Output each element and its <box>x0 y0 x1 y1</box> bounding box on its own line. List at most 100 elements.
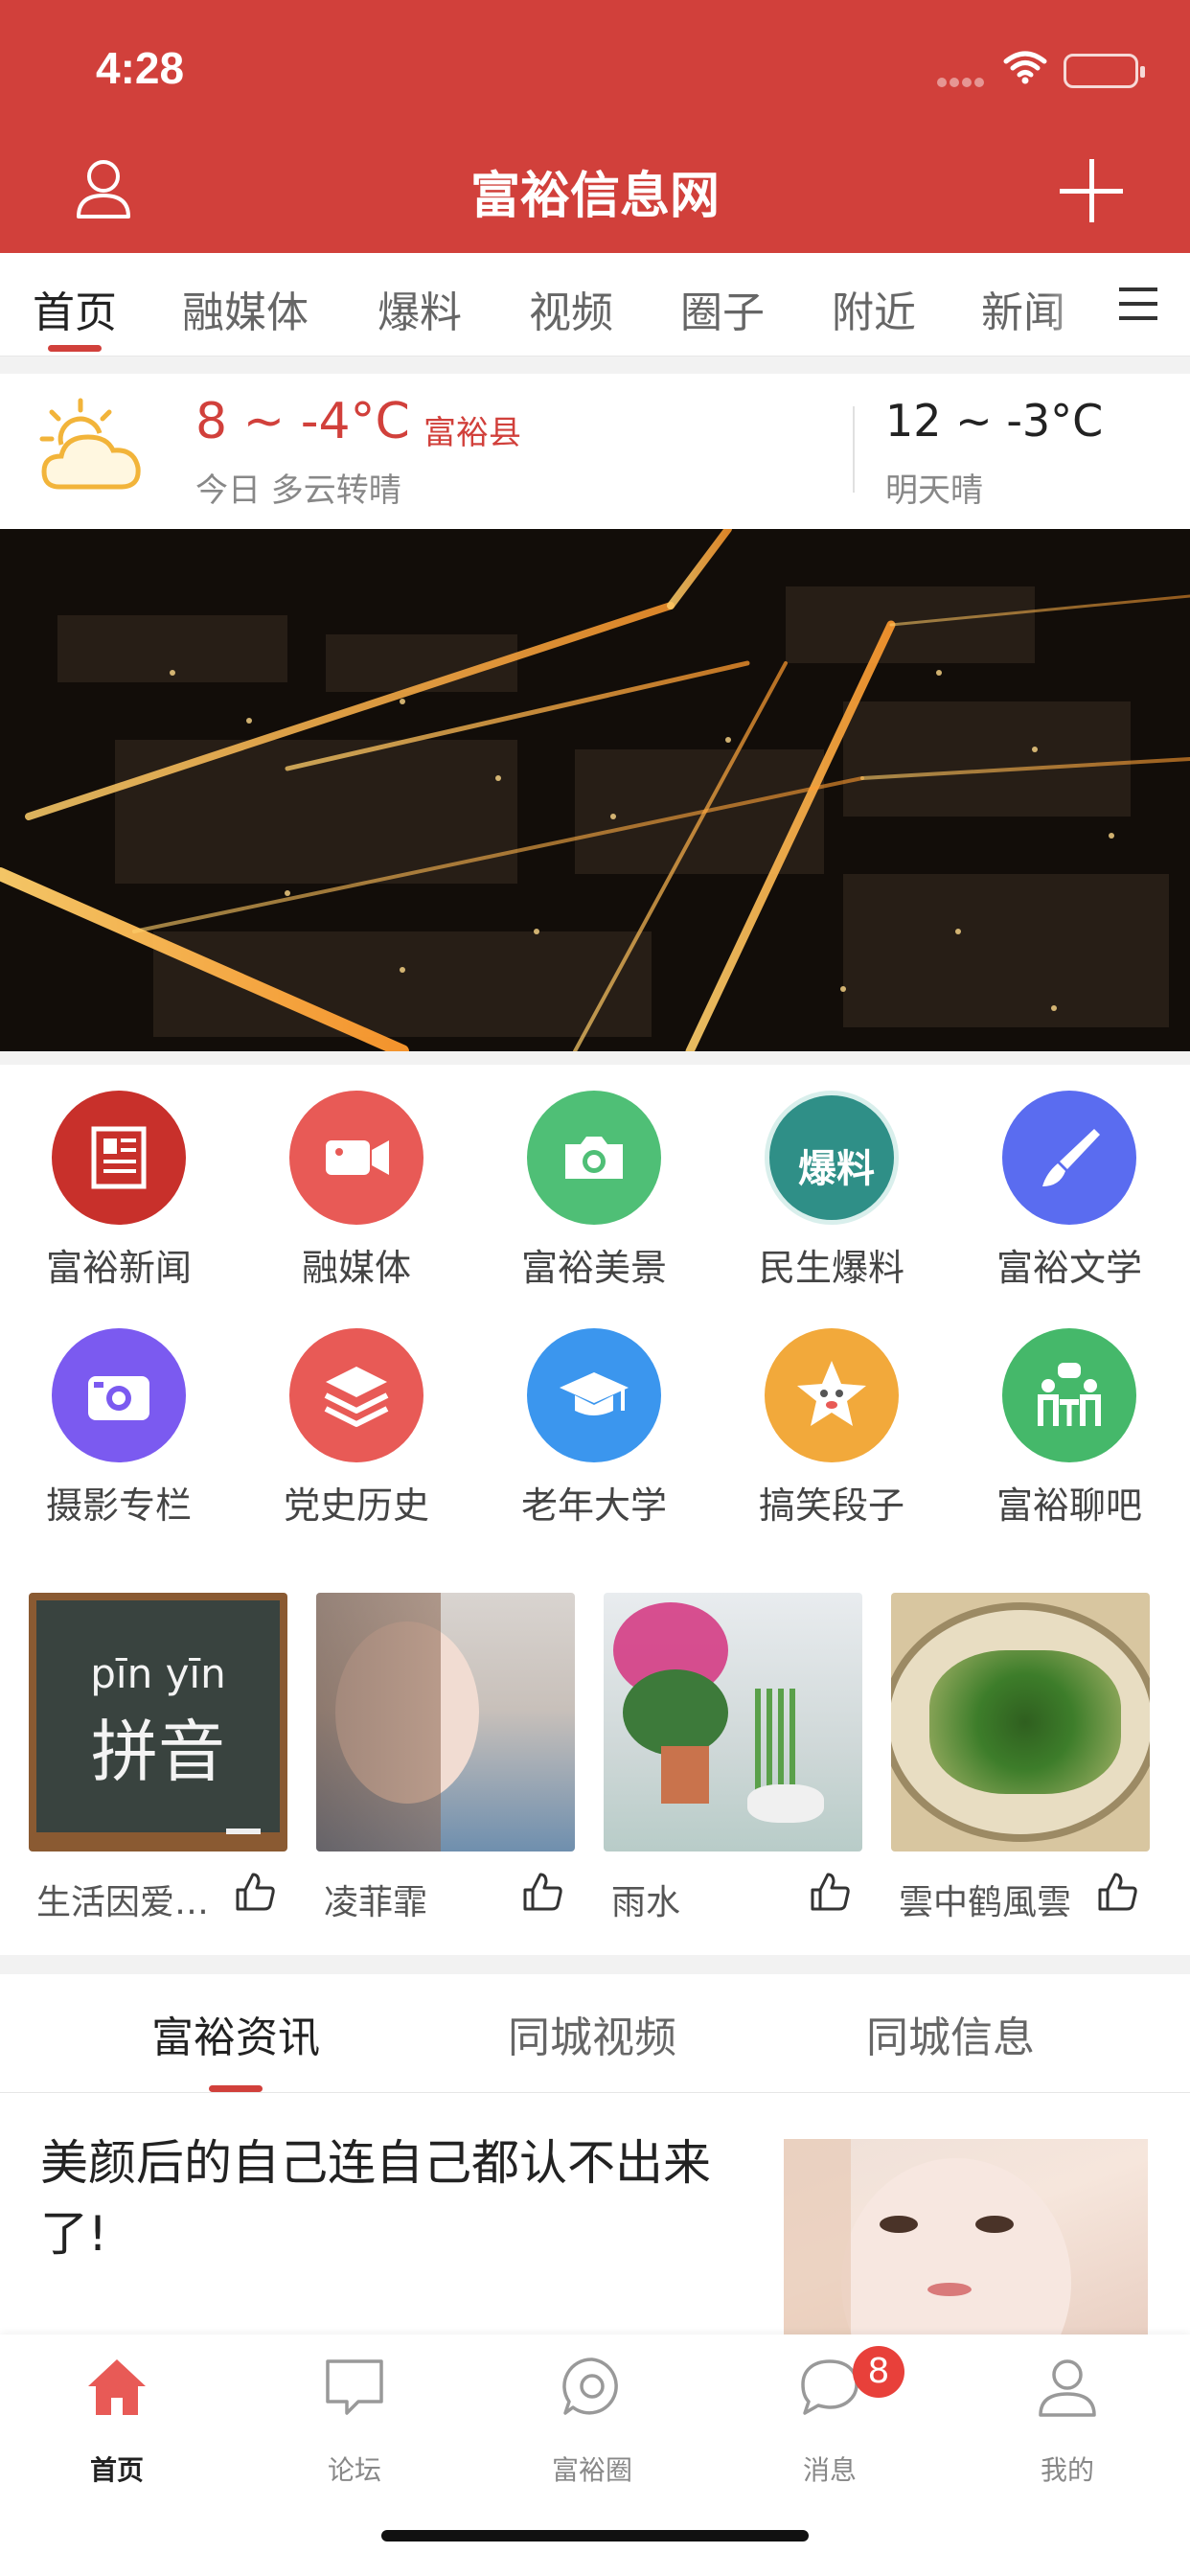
battery-icon <box>1064 54 1145 88</box>
grid-item-baoliao[interactable]: 爆料 民生爆料 <box>736 1091 927 1301</box>
photo-card[interactable]: 凌菲霏 <box>316 1593 575 1928</box>
grid-label: 富裕文学 <box>995 1247 1142 1289</box>
tabbar-label: 论坛 <box>327 2454 381 2486</box>
thumbs-up-icon[interactable] <box>521 1871 563 1913</box>
board-title: 拼音 <box>91 1713 225 1791</box>
home-indicator[interactable] <box>381 2530 809 2542</box>
tab-media[interactable]: 融媒体 <box>182 278 309 339</box>
thumbs-up-icon[interactable] <box>234 1871 276 1913</box>
divider <box>0 1051 1190 1065</box>
grid-label: 富裕美景 <box>520 1247 667 1289</box>
message-icon <box>801 2359 858 2415</box>
unread-badge: 8 <box>853 2346 904 2398</box>
tabbar-label: 消息 <box>802 2454 857 2486</box>
active-tab-indicator <box>48 345 102 352</box>
grid-label: 搞笑段子 <box>758 1484 904 1527</box>
grid-label: 融媒体 <box>301 1247 411 1289</box>
cloudy-sun-icon <box>39 398 141 490</box>
tomorrow-weather-desc: 明天晴 <box>885 472 983 510</box>
board-pinyin: pīn yīn <box>90 1650 226 1697</box>
card-image-plants <box>604 1593 862 1852</box>
baoliao-icon: 爆料 <box>765 1091 899 1225</box>
tab-circle[interactable]: 圈子 <box>680 278 765 339</box>
tabbar-forum[interactable]: 论坛 <box>259 2352 450 2496</box>
grid-item-scenery[interactable]: 富裕美景 <box>498 1091 690 1301</box>
today-temperature: 8 ~ -4°C <box>195 393 410 450</box>
home-icon <box>88 2359 146 2415</box>
tomorrow-temperature: 12 ~ -3°C <box>885 395 1104 447</box>
grid-item-literature[interactable]: 富裕文学 <box>973 1091 1165 1301</box>
profile-icon <box>1039 2359 1096 2417</box>
star-face-icon <box>765 1328 899 1462</box>
add-icon[interactable] <box>1060 159 1123 222</box>
grid-label: 富裕新闻 <box>45 1247 192 1289</box>
tab-home[interactable]: 首页 <box>33 278 117 339</box>
tabbar-circle[interactable]: 富裕圈 <box>496 2352 688 2496</box>
grid-item-party-history[interactable]: 党史历史 <box>261 1328 452 1539</box>
news-tabs: 富裕资讯 同城视频 同城信息 <box>0 1974 1190 2093</box>
grid-item-photography[interactable]: 摄影专栏 <box>23 1328 215 1539</box>
tab-fuyu-news[interactable]: 富裕资讯 <box>151 2003 320 2064</box>
layers-icon <box>289 1328 423 1462</box>
category-tabs: 首页 融媒体 爆料 视频 圈子 附近 新闻 <box>0 253 1190 356</box>
circle-chat-icon <box>562 2358 618 2415</box>
grid-label: 党史历史 <box>283 1484 429 1527</box>
grid-item-chat[interactable]: 富裕聊吧 <box>973 1328 1165 1539</box>
tab-nearby[interactable]: 附近 <box>832 278 916 339</box>
card-image-food <box>891 1593 1150 1852</box>
tabbar-label: 我的 <box>1040 2454 1094 2486</box>
today-weather-desc: 今日 多云转晴 <box>195 472 401 510</box>
tab-video[interactable]: 视频 <box>529 278 613 339</box>
divider <box>0 1955 1190 1974</box>
graduation-cap-icon <box>527 1328 661 1462</box>
card-name: 凌菲霏 <box>324 1883 428 1922</box>
tab-fade <box>1044 253 1102 356</box>
active-news-tab-indicator <box>209 2085 263 2092</box>
thumbs-up-icon[interactable] <box>1096 1871 1138 1913</box>
tab-city-info[interactable]: 同城信息 <box>866 2003 1035 2064</box>
status-time: 4:28 <box>96 43 185 93</box>
tabbar-profile[interactable]: 我的 <box>972 2352 1163 2496</box>
grid-item-jokes[interactable]: 搞笑段子 <box>736 1328 927 1539</box>
banner-image[interactable] <box>0 529 1190 1051</box>
newspaper-icon <box>52 1091 186 1225</box>
signal-icon <box>937 73 987 91</box>
forum-icon <box>326 2359 383 2415</box>
tabbar-messages[interactable]: 8 消息 <box>734 2346 926 2496</box>
menu-icon[interactable] <box>1119 288 1157 322</box>
photo-card[interactable]: 雨水 <box>604 1593 862 1928</box>
weather-panel[interactable]: 8 ~ -4°C 富裕县 今日 多云转晴 12 ~ -3°C 明天晴 <box>0 374 1190 527</box>
baoliao-badge-text: 爆料 <box>798 1147 875 1191</box>
weather-location: 富裕县 <box>423 414 521 452</box>
camera-icon <box>527 1091 661 1225</box>
tabbar-label: 首页 <box>89 2454 144 2486</box>
card-name: 雲中鹤風雲 <box>899 1883 1072 1922</box>
chat-people-icon <box>1002 1328 1136 1462</box>
grid-label: 民生爆料 <box>758 1247 904 1289</box>
divider <box>0 356 1190 374</box>
photo-card[interactable]: pīn yīn 拼音 生活因爱… <box>29 1593 287 1928</box>
grid-item-senior-university[interactable]: 老年大学 <box>498 1328 690 1539</box>
thumbs-up-icon[interactable] <box>809 1871 851 1913</box>
card-name: 生活因爱… <box>36 1883 210 1922</box>
grid-label: 摄影专栏 <box>45 1484 192 1527</box>
wifi-icon <box>1003 51 1047 84</box>
article-title[interactable]: 美颜后的自己连自己都认不出来了! <box>40 2128 749 2269</box>
grid-item-news[interactable]: 富裕新闻 <box>23 1091 215 1301</box>
weather-separator <box>853 406 855 493</box>
grid-item-media[interactable]: 融媒体 <box>261 1091 452 1301</box>
card-name: 雨水 <box>611 1883 681 1922</box>
tabbar-home[interactable]: 首页 <box>21 2352 213 2496</box>
photo-camera-icon <box>52 1328 186 1462</box>
card-image-portrait <box>316 1593 575 1852</box>
app-header: 4:28 富裕信息网 <box>0 0 1190 253</box>
article-thumbnail[interactable] <box>784 2139 1148 2340</box>
grid-label: 老年大学 <box>520 1484 667 1527</box>
tab-baoliao[interactable]: 爆料 <box>378 278 462 339</box>
city-night-photo <box>0 529 1190 1051</box>
tabbar-label: 富裕圈 <box>551 2454 632 2486</box>
tab-city-video[interactable]: 同城视频 <box>508 2003 676 2064</box>
app-title: 富裕信息网 <box>469 168 720 225</box>
video-camera-icon <box>289 1091 423 1225</box>
photo-card[interactable]: 雲中鹤風雲 <box>891 1593 1150 1928</box>
